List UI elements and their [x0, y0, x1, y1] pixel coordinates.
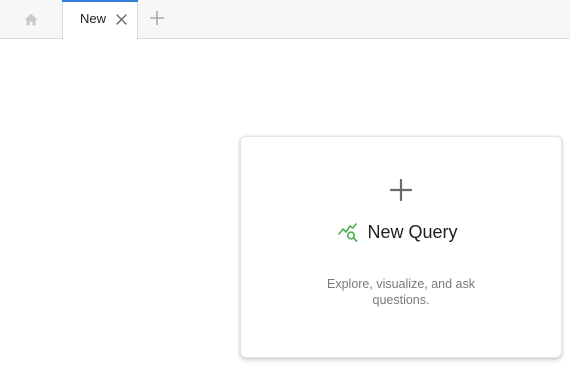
tab-bar: New	[0, 0, 570, 40]
plus-icon	[149, 10, 165, 30]
active-tab-indicator	[62, 0, 138, 2]
card-title: New Query	[367, 221, 458, 242]
chart-search-icon	[338, 222, 358, 242]
new-query-card[interactable]: New Query Explore, visualize, and ask qu…	[240, 136, 562, 358]
card-description: Explore, visualize, and ask questions.	[327, 277, 475, 307]
plus-icon	[389, 178, 413, 202]
card-title-row: New Query	[241, 220, 561, 244]
home-icon	[24, 13, 38, 26]
tab-label: New	[80, 11, 107, 26]
add-tab-button[interactable]	[146, 10, 168, 30]
home-tab[interactable]	[0, 0, 62, 39]
close-icon[interactable]	[115, 13, 127, 25]
tab-new[interactable]: New	[62, 0, 138, 40]
